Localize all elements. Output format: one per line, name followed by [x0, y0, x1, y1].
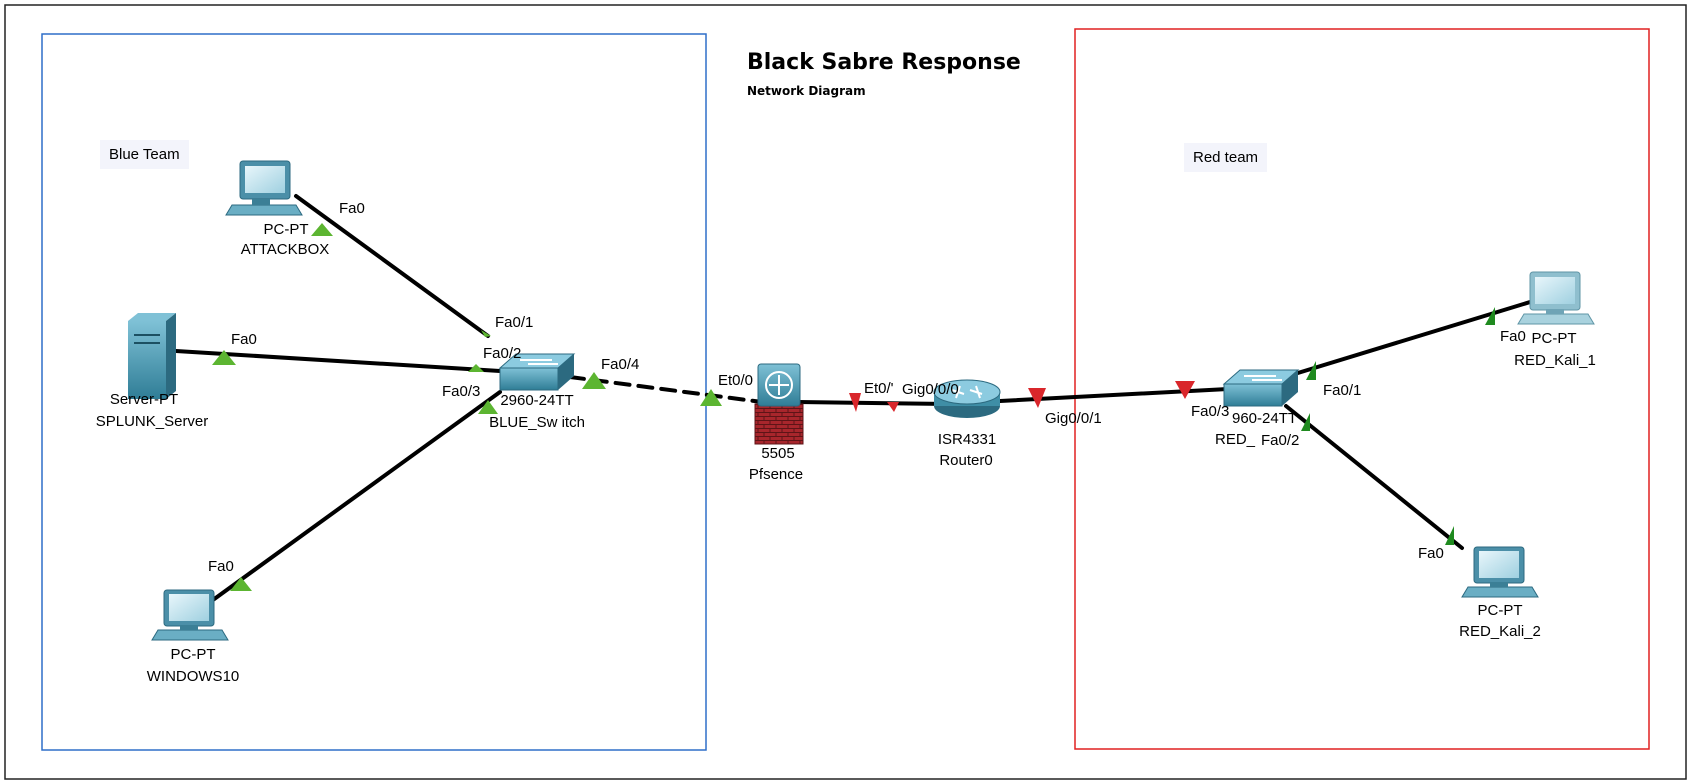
red-switch-type-label: 960-24TT [1232, 410, 1298, 427]
pc-attackbox-icon[interactable] [225, 160, 303, 216]
blue-switch-type-label: 2960-24TT [500, 392, 574, 409]
pc-red-kali-2-icon[interactable] [1461, 546, 1539, 598]
server-splunk-icon[interactable] [128, 313, 176, 399]
port-label-redswitch-fa0-3: Fa0/3 [1191, 403, 1230, 420]
port-label-switch-fa0-1: Fa0/1 [495, 314, 534, 331]
red-switch-icon[interactable] [1222, 369, 1300, 407]
port-label-pfsense-et0-1: Et0/' [864, 380, 894, 397]
link-status-markers [212, 223, 1495, 591]
port-label-switch-fa0-3: Fa0/3 [442, 383, 481, 400]
port-label-windows10-fa0: Fa0 [208, 558, 234, 575]
link-pfsense-router[interactable] [796, 400, 952, 406]
red-kali-2-type-label: PC-PT [1477, 602, 1523, 619]
port-label-redswitch-fa0-2: Fa0/2 [1261, 432, 1300, 449]
router-type-label: ISR4331 [937, 431, 997, 448]
red-team-label: Red team [1184, 143, 1268, 172]
port-label-redswitch-fa0-1: Fa0/1 [1323, 382, 1362, 399]
status-up-icon [311, 223, 333, 236]
network-diagram-canvas [4, 4, 1687, 780]
red-switch-name-label: RED_ [1215, 431, 1256, 448]
splunk-name-label: SPLUNK_Server [95, 413, 209, 430]
red-kali-1-name-label: RED_Kali_1 [1514, 352, 1596, 369]
pfsense-type-label: 5505 [761, 445, 795, 462]
diagram-subtitle: Network Diagram [747, 84, 866, 98]
port-label-splunk-fa0: Fa0 [231, 331, 257, 348]
port-label-router-gig0-0-1: Gig0/0/1 [1045, 410, 1102, 427]
link-windows10-switch[interactable] [204, 390, 502, 607]
status-down-icon [887, 402, 899, 412]
port-label-switch-fa0-2: Fa0/2 [483, 345, 522, 362]
firewall-pfsense-icon[interactable] [754, 363, 804, 445]
attackbox-name-label: ATTACKBOX [240, 241, 330, 258]
splunk-type-label: Server-PT [109, 391, 179, 408]
blue-switch-name-label: BLUE_Sw itch [489, 414, 585, 431]
port-label-router-gig0-0-0: Gig0/0/0 [902, 381, 959, 398]
pfsense-name-label: Pfsence [748, 466, 804, 483]
router-name-label: Router0 [939, 452, 993, 469]
port-label-pfsense-et0-0: Et0/0 [718, 372, 754, 389]
status-up-icon [1301, 413, 1310, 431]
attackbox-type-label: PC-PT [263, 221, 309, 238]
red-kali-1-type-label: PC-PT [1531, 330, 1577, 347]
link-redswitch-kali2[interactable] [1284, 404, 1464, 550]
port-label-switch-fa0-4: Fa0/4 [601, 356, 640, 373]
pc-red-kali-1-icon[interactable] [1517, 271, 1595, 325]
port-label-kali2-fa0: Fa0 [1418, 545, 1444, 562]
link-attackbox-switch[interactable] [294, 194, 490, 338]
diagram-title: Black Sabre Response [747, 50, 1021, 75]
windows10-type-label: PC-PT [170, 646, 216, 663]
red-team-zone [1074, 28, 1650, 750]
diagram-border [4, 4, 1687, 780]
port-label-kali1-fa0: Fa0 [1500, 328, 1526, 345]
blue-team-label: Blue Team [100, 140, 189, 169]
red-kali-2-name-label: RED_Kali_2 [1459, 623, 1541, 640]
port-label-attackbox-fa0: Fa0 [339, 200, 365, 217]
windows10-name-label: WINDOWS10 [146, 668, 240, 685]
